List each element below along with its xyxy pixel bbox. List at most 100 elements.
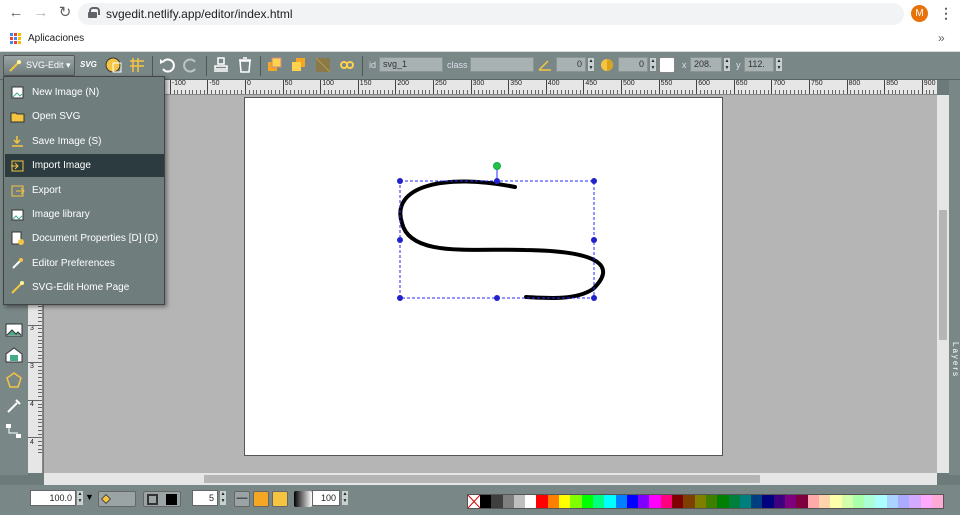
palette-swatch[interactable] (728, 495, 740, 508)
palette-swatch[interactable] (502, 495, 514, 508)
palette-swatch[interactable] (739, 495, 752, 508)
palette-swatch[interactable] (717, 495, 729, 508)
menu-item-image-library[interactable]: Image library (5, 203, 164, 226)
wireframe-icon[interactable] (104, 56, 122, 74)
palette-swatch[interactable] (785, 495, 797, 508)
palette-swatch[interactable] (683, 495, 695, 508)
bookmarks-more[interactable]: » (938, 31, 945, 45)
back-icon[interactable]: ← (8, 5, 24, 21)
palette-swatch[interactable] (875, 495, 887, 508)
palette-swatch[interactable] (830, 495, 842, 508)
palette-swatch[interactable] (920, 495, 932, 508)
color-palette[interactable] (467, 494, 944, 509)
vertical-scroll-thumb[interactable] (939, 210, 947, 340)
palette-swatch[interactable] (818, 495, 831, 508)
main-menu-button[interactable]: SVG-Edit ▾ (3, 55, 75, 76)
menu-item-wand[interactable]: SVG-Edit Home Page (5, 276, 164, 299)
palette-swatch[interactable] (909, 495, 921, 508)
group-icon[interactable] (314, 56, 332, 74)
menu-item-document-properties[interactable]: Document Properties [D] (D) (5, 227, 164, 250)
palette-swatch[interactable] (931, 495, 944, 508)
fill-tool[interactable] (98, 491, 136, 507)
drawing-page[interactable] (244, 97, 723, 456)
clone-stamp-icon[interactable] (212, 56, 230, 74)
palette-swatch[interactable] (525, 495, 537, 508)
bookmark-apps[interactable]: Aplicaciones (28, 33, 84, 44)
horizontal-scrollbar[interactable] (44, 473, 937, 485)
angle-spinner[interactable]: ▲ ▼ (587, 57, 595, 72)
profile-avatar[interactable]: M (911, 5, 928, 22)
no-color-swatch[interactable] (468, 495, 480, 508)
palette-swatch[interactable] (897, 495, 910, 508)
palette-swatch[interactable] (480, 495, 492, 508)
palette-swatch[interactable] (536, 495, 548, 508)
menu-item-new-image[interactable]: New Image (N) (5, 81, 164, 104)
delete-icon[interactable] (236, 56, 254, 74)
vertical-scrollbar[interactable] (937, 95, 949, 473)
menu-item-save[interactable]: Save Image (S) (5, 130, 164, 153)
undo-icon[interactable] (158, 56, 176, 74)
menu-item-preferences[interactable]: Editor Preferences (5, 252, 164, 275)
connector-tool-icon[interactable] (4, 421, 24, 441)
layers-panel-tab[interactable]: Layers (949, 80, 960, 475)
x-spinner[interactable]: ▲ ▼ (723, 57, 731, 72)
palette-swatch[interactable] (796, 495, 808, 508)
linecap-select[interactable] (272, 491, 288, 507)
zoom-input[interactable]: 100.0 (30, 490, 76, 506)
linejoin-select[interactable] (253, 491, 269, 507)
palette-swatch[interactable] (547, 495, 560, 508)
zoom-dropdown-icon[interactable]: ▼ (85, 492, 94, 502)
palette-swatch[interactable] (672, 495, 684, 508)
y-input[interactable]: 112. (744, 57, 774, 72)
palette-swatch[interactable] (886, 495, 898, 508)
reload-icon[interactable]: ↻ (57, 5, 73, 21)
image-tool-icon[interactable] (4, 320, 24, 340)
palette-swatch[interactable] (773, 495, 786, 508)
menu-item-export[interactable]: Export (5, 179, 164, 202)
grid-icon[interactable] (128, 56, 146, 74)
palette-swatch[interactable] (626, 495, 639, 508)
palette-swatch[interactable] (694, 495, 706, 508)
palette-swatch[interactable] (852, 495, 865, 508)
palette-swatch[interactable] (751, 495, 763, 508)
eyedropper-icon[interactable] (4, 396, 24, 416)
stroke-width-spinner[interactable]: ▲ ▼ (219, 490, 227, 506)
canvas-area[interactable] (44, 95, 937, 473)
palette-swatch[interactable] (705, 495, 718, 508)
zoom-spinner[interactable]: ▲ ▼ (76, 490, 84, 506)
blur-input[interactable]: 0 (618, 57, 648, 72)
address-bar[interactable]: svgedit.netlify.app/editor/index.html ☆ (78, 3, 904, 25)
image-library-tool-icon[interactable] (4, 345, 24, 365)
palette-swatch[interactable] (660, 495, 673, 508)
polygon-tool-icon[interactable] (4, 371, 24, 391)
apps-grid-icon[interactable] (10, 33, 21, 44)
palette-swatch[interactable] (581, 495, 593, 508)
angle-input[interactable]: 0 (556, 57, 586, 72)
stroke-width-input[interactable]: 5 (192, 490, 218, 506)
stroke-color-swatch[interactable] (166, 494, 177, 505)
palette-swatch[interactable] (604, 495, 616, 508)
link-icon[interactable] (338, 56, 356, 74)
forward-icon[interactable]: → (33, 5, 49, 21)
x-input[interactable]: 208. (690, 57, 722, 72)
opacity-input[interactable]: 100 (312, 490, 340, 506)
browser-menu-icon[interactable]: ⋮ (939, 5, 953, 22)
stroke-style-select[interactable]: — (234, 491, 250, 507)
palette-swatch[interactable] (841, 495, 853, 508)
opacity-spinner[interactable]: ▲ ▼ (341, 490, 349, 506)
stroke-tool[interactable] (143, 491, 181, 507)
move-to-top-icon[interactable] (266, 56, 284, 74)
y-spinner[interactable]: ▲ ▼ (775, 57, 783, 72)
redo-icon[interactable] (182, 56, 200, 74)
palette-swatch[interactable] (570, 495, 582, 508)
palette-swatch[interactable] (491, 495, 503, 508)
palette-swatch[interactable] (649, 495, 661, 508)
horizontal-scroll-thumb[interactable] (204, 475, 760, 483)
id-input[interactable]: svg_1 (379, 57, 443, 72)
palette-swatch[interactable] (864, 495, 876, 508)
palette-swatch[interactable] (807, 495, 819, 508)
class-input[interactable] (470, 57, 534, 72)
move-to-bottom-icon[interactable] (290, 56, 308, 74)
blur-spinner[interactable]: ▲ ▼ (649, 57, 657, 72)
palette-swatch[interactable] (615, 495, 627, 508)
